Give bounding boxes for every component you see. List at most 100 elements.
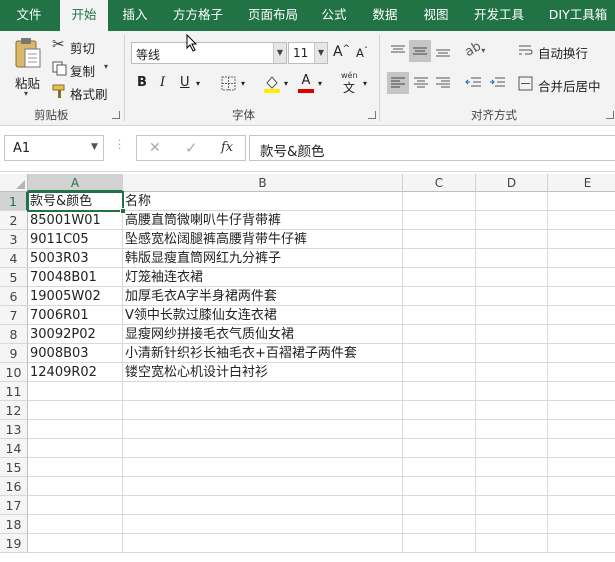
cell[interactable] (548, 439, 615, 458)
font-color-icon[interactable]: A (298, 73, 314, 93)
bold-button[interactable]: B (137, 75, 147, 90)
cell[interactable] (548, 287, 615, 306)
cell[interactable]: 小清新针织衫长袖毛衣+百褶裙子两件套 (123, 344, 403, 363)
font-name-select[interactable]: 等线 ▼ (131, 42, 287, 64)
cell[interactable]: 30092P02 (28, 325, 123, 344)
cell[interactable] (28, 515, 123, 534)
paste-button[interactable]: 粘贴 ▾ (8, 35, 48, 99)
cell[interactable] (476, 534, 548, 553)
column-header-A[interactable]: A (28, 174, 123, 192)
row-header[interactable]: 19 (0, 534, 28, 553)
row-header[interactable]: 8 (0, 325, 28, 344)
cell[interactable] (403, 420, 476, 439)
row-header[interactable]: 15 (0, 458, 28, 477)
cell[interactable]: 85001W01 (28, 211, 123, 230)
tab-7[interactable]: 视图 (413, 0, 459, 31)
cell[interactable] (403, 382, 476, 401)
cell[interactable]: 款号&颜色 (28, 192, 123, 211)
shrink-font-button[interactable]: Aˇ (356, 46, 368, 60)
orientation-button[interactable]: ab▾ (462, 39, 485, 60)
chevron-down-icon[interactable]: ▼ (91, 142, 98, 152)
row-header[interactable]: 10 (0, 363, 28, 382)
cell[interactable] (28, 420, 123, 439)
chevron-down-icon[interactable]: ▾ (284, 79, 288, 88)
cell[interactable] (28, 477, 123, 496)
cell[interactable]: 5003R03 (28, 249, 123, 268)
formula-input[interactable]: 款号&颜色 (249, 135, 615, 161)
cell[interactable] (548, 382, 615, 401)
cell[interactable]: 名称 (123, 192, 403, 211)
column-header-B[interactable]: B (123, 174, 403, 192)
cell[interactable] (476, 287, 548, 306)
cell[interactable] (403, 230, 476, 249)
splitter-dots-icon[interactable]: · · · (118, 137, 121, 155)
cell[interactable]: 灯笼袖连衣裙 (123, 268, 403, 287)
row-header[interactable]: 14 (0, 439, 28, 458)
underline-button[interactable]: U (180, 75, 190, 90)
tab-8[interactable]: 开发工具 (462, 0, 536, 31)
cell[interactable] (476, 230, 548, 249)
cell[interactable] (28, 401, 123, 420)
cell[interactable]: 镂空宽松心机设计白衬衫 (123, 363, 403, 382)
row-header[interactable]: 13 (0, 420, 28, 439)
cell[interactable] (476, 382, 548, 401)
cell[interactable]: 显瘦网纱拼接毛衣气质仙女裙 (123, 325, 403, 344)
cell[interactable] (476, 401, 548, 420)
cell[interactable] (476, 211, 548, 230)
row-header[interactable]: 4 (0, 249, 28, 268)
fill-color-icon[interactable] (263, 74, 281, 93)
row-header[interactable]: 11 (0, 382, 28, 401)
cell[interactable] (123, 439, 403, 458)
grow-font-button[interactable]: A^ (333, 44, 350, 60)
cell[interactable] (403, 439, 476, 458)
tab-3[interactable]: 方方格子 (162, 0, 234, 31)
tab-2[interactable]: 插入 (111, 0, 159, 31)
cell[interactable] (28, 439, 123, 458)
cell[interactable] (548, 420, 615, 439)
worksheet-grid[interactable]: A B C D E 1 款号&颜色 名称 2 85001W01 高腰直筒微喇叭牛仔背带裤 3 9011C… (0, 174, 615, 562)
tab-5[interactable]: 公式 (312, 0, 356, 31)
cell[interactable] (403, 249, 476, 268)
cell[interactable] (403, 458, 476, 477)
row-header[interactable]: 2 (0, 211, 28, 230)
cell[interactable] (403, 192, 476, 211)
dialog-launcher-icon[interactable] (368, 111, 376, 119)
cell[interactable] (548, 325, 615, 344)
cell[interactable]: 高腰直筒微喇叭牛仔背带裤 (123, 211, 403, 230)
cell[interactable] (548, 249, 615, 268)
chevron-down-icon[interactable]: ▼ (314, 43, 327, 63)
row-header[interactable]: 9 (0, 344, 28, 363)
dialog-launcher-icon[interactable] (606, 111, 614, 119)
cell[interactable] (476, 268, 548, 287)
font-size-select[interactable]: 11 ▼ (288, 42, 328, 64)
cell[interactable] (548, 268, 615, 287)
cell[interactable]: 韩版显瘦直筒网红九分裤子 (123, 249, 403, 268)
cell[interactable] (548, 534, 615, 553)
increase-indent-icon[interactable] (489, 76, 506, 90)
cell[interactable]: 9011C05 (28, 230, 123, 249)
cell[interactable]: 坠感宽松阔腿裤高腰背带牛仔裤 (123, 230, 403, 249)
chevron-down-icon[interactable]: ▾ (318, 79, 322, 88)
select-all-corner[interactable] (0, 174, 28, 192)
cell[interactable] (403, 306, 476, 325)
tab-9[interactable]: DIY工具箱 (538, 0, 615, 31)
cell[interactable] (123, 458, 403, 477)
row-header[interactable]: 6 (0, 287, 28, 306)
cell[interactable] (548, 477, 615, 496)
chevron-down-icon[interactable]: ▾ (241, 79, 245, 88)
row-header[interactable]: 7 (0, 306, 28, 325)
tab-6[interactable]: 数据 (360, 0, 410, 31)
cell[interactable]: 12409R02 (28, 363, 123, 382)
cell[interactable]: 70048B01 (28, 268, 123, 287)
cell[interactable] (476, 192, 548, 211)
tab-0[interactable]: 文件 (2, 0, 56, 31)
align-left-button[interactable] (387, 72, 409, 94)
row-header[interactable]: 16 (0, 477, 28, 496)
cell[interactable] (476, 515, 548, 534)
cell[interactable] (403, 363, 476, 382)
cell[interactable] (548, 363, 615, 382)
cell[interactable] (548, 211, 615, 230)
cell[interactable] (403, 268, 476, 287)
align-center-icon[interactable] (413, 76, 429, 90)
cell[interactable] (548, 496, 615, 515)
